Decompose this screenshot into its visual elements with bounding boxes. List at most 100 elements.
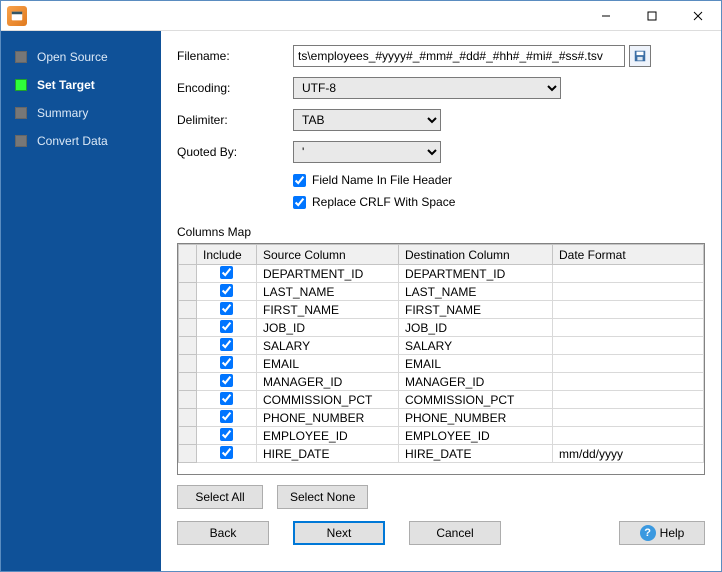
source-cell[interactable]: DEPARTMENT_ID [257,265,399,283]
source-cell[interactable]: LAST_NAME [257,283,399,301]
datefmt-cell[interactable] [553,337,704,355]
table-row[interactable]: FIRST_NAMEFIRST_NAME [179,301,704,319]
delimiter-select[interactable]: TAB [293,109,441,131]
table-row[interactable]: EMPLOYEE_IDEMPLOYEE_ID [179,427,704,445]
col-header-dest[interactable]: Destination Column [399,245,553,265]
dest-cell[interactable]: HIRE_DATE [399,445,553,463]
table-row[interactable]: LAST_NAMELAST_NAME [179,283,704,301]
datefmt-cell[interactable] [553,355,704,373]
include-cell[interactable] [197,373,257,391]
dest-cell[interactable]: SALARY [399,337,553,355]
back-button[interactable]: Back [177,521,269,545]
include-cell[interactable] [197,283,257,301]
table-row[interactable]: HIRE_DATEHIRE_DATEmm/dd/yyyy [179,445,704,463]
encoding-select[interactable]: UTF-8 [293,77,561,99]
source-cell[interactable]: FIRST_NAME [257,301,399,319]
dest-cell[interactable]: EMPLOYEE_ID [399,427,553,445]
include-cell[interactable] [197,319,257,337]
select-all-button[interactable]: Select All [177,485,263,509]
quoted-by-select[interactable]: ' [293,141,441,163]
cancel-button[interactable]: Cancel [409,521,501,545]
table-row[interactable]: EMAILEMAIL [179,355,704,373]
sidebar-item-summary[interactable]: Summary [1,99,161,127]
include-checkbox[interactable] [220,302,233,315]
include-cell[interactable] [197,337,257,355]
row-header[interactable] [179,445,197,463]
table-row[interactable]: DEPARTMENT_IDDEPARTMENT_ID [179,265,704,283]
browse-file-button[interactable] [629,45,651,67]
datefmt-cell[interactable] [553,391,704,409]
include-cell[interactable] [197,391,257,409]
include-checkbox[interactable] [220,410,233,423]
datefmt-cell[interactable] [553,427,704,445]
maximize-button[interactable] [629,1,675,31]
datefmt-cell[interactable] [553,409,704,427]
include-checkbox[interactable] [220,392,233,405]
source-cell[interactable]: EMPLOYEE_ID [257,427,399,445]
dest-cell[interactable]: COMMISSION_PCT [399,391,553,409]
replace-crlf-checkbox[interactable] [293,196,306,209]
source-cell[interactable]: JOB_ID [257,319,399,337]
datefmt-cell[interactable] [553,301,704,319]
include-checkbox[interactable] [220,338,233,351]
include-cell[interactable] [197,301,257,319]
datefmt-cell[interactable] [553,265,704,283]
row-header[interactable] [179,337,197,355]
include-cell[interactable] [197,265,257,283]
include-cell[interactable] [197,445,257,463]
datefmt-cell[interactable] [553,319,704,337]
dest-cell[interactable]: DEPARTMENT_ID [399,265,553,283]
select-none-button[interactable]: Select None [277,485,368,509]
include-cell[interactable] [197,409,257,427]
sidebar-item-set-target[interactable]: Set Target [1,71,161,99]
datefmt-cell[interactable] [553,283,704,301]
col-header-datefmt[interactable]: Date Format [553,245,704,265]
table-row[interactable]: COMMISSION_PCTCOMMISSION_PCT [179,391,704,409]
row-header[interactable] [179,427,197,445]
include-cell[interactable] [197,427,257,445]
source-cell[interactable]: COMMISSION_PCT [257,391,399,409]
datefmt-cell[interactable] [553,373,704,391]
columns-map-grid[interactable]: Include Source Column Destination Column… [177,243,705,475]
dest-cell[interactable]: PHONE_NUMBER [399,409,553,427]
row-header[interactable] [179,319,197,337]
next-button[interactable]: Next [293,521,385,545]
dest-cell[interactable]: JOB_ID [399,319,553,337]
row-header[interactable] [179,391,197,409]
row-header[interactable] [179,373,197,391]
row-header[interactable] [179,355,197,373]
source-cell[interactable]: HIRE_DATE [257,445,399,463]
table-row[interactable]: SALARYSALARY [179,337,704,355]
include-checkbox[interactable] [220,284,233,297]
include-checkbox[interactable] [220,320,233,333]
row-header[interactable] [179,409,197,427]
sidebar-item-convert-data[interactable]: Convert Data [1,127,161,155]
source-cell[interactable]: EMAIL [257,355,399,373]
dest-cell[interactable]: LAST_NAME [399,283,553,301]
table-row[interactable]: JOB_IDJOB_ID [179,319,704,337]
dest-cell[interactable]: FIRST_NAME [399,301,553,319]
source-cell[interactable]: MANAGER_ID [257,373,399,391]
close-button[interactable] [675,1,721,31]
row-header[interactable] [179,283,197,301]
dest-cell[interactable]: EMAIL [399,355,553,373]
field-name-header-checkbox[interactable] [293,174,306,187]
sidebar-item-open-source[interactable]: Open Source [1,43,161,71]
minimize-button[interactable] [583,1,629,31]
col-header-include[interactable]: Include [197,245,257,265]
include-checkbox[interactable] [220,428,233,441]
col-header-source[interactable]: Source Column [257,245,399,265]
include-checkbox[interactable] [220,446,233,459]
source-cell[interactable]: PHONE_NUMBER [257,409,399,427]
row-header[interactable] [179,301,197,319]
source-cell[interactable]: SALARY [257,337,399,355]
include-checkbox[interactable] [220,374,233,387]
dest-cell[interactable]: MANAGER_ID [399,373,553,391]
include-checkbox[interactable] [220,266,233,279]
table-row[interactable]: PHONE_NUMBERPHONE_NUMBER [179,409,704,427]
table-row[interactable]: MANAGER_IDMANAGER_ID [179,373,704,391]
include-cell[interactable] [197,355,257,373]
help-button[interactable]: ?Help [619,521,705,545]
filename-input[interactable] [293,45,625,67]
include-checkbox[interactable] [220,356,233,369]
